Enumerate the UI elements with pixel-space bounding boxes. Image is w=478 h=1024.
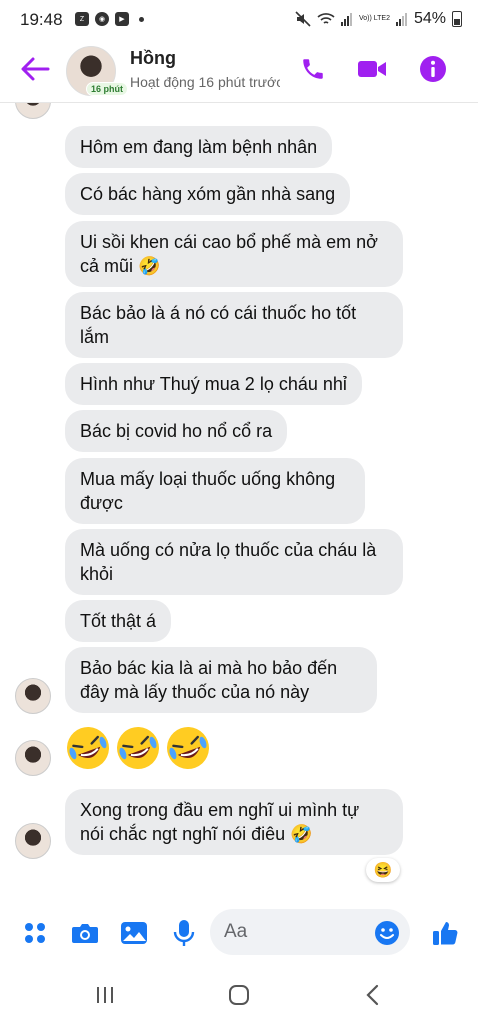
- message-bubble[interactable]: Hôm em đang làm bệnh nhân: [65, 126, 333, 168]
- home-icon[interactable]: [224, 980, 254, 1010]
- rofl-emoji-icon: [167, 727, 209, 769]
- rofl-emoji-icon: [67, 727, 109, 769]
- info-icon[interactable]: [418, 54, 448, 84]
- phone-icon[interactable]: [298, 54, 328, 84]
- status-bar: 19:48 Z ◉ ▶ Vo)) LTE2 54%: [0, 0, 478, 40]
- message-avatar[interactable]: [15, 823, 51, 859]
- message-list[interactable]: Hôm em đang làm bệnh nhân Có bác hàng xó…: [0, 103, 478, 898]
- message-bubble[interactable]: Tốt thật á: [65, 600, 172, 642]
- message-bubble[interactable]: Bác bảo là á nó có cái thuốc ho tốt lắm: [65, 292, 403, 358]
- chrome-icon: ◉: [95, 12, 109, 26]
- apps-icon[interactable]: [20, 918, 50, 948]
- thumbs-up-icon[interactable]: [430, 918, 460, 948]
- rofl-emoji-icon: [117, 727, 159, 769]
- emoji-icon[interactable]: [374, 920, 400, 952]
- zalo-icon: Z: [75, 12, 89, 26]
- camera-icon[interactable]: [70, 918, 100, 948]
- status-app-icons: Z ◉ ▶: [75, 12, 144, 26]
- reaction-badge[interactable]: 😆: [366, 858, 400, 882]
- composer: Aa: [0, 904, 478, 962]
- notification-dot-icon: [139, 16, 144, 22]
- back-icon[interactable]: [358, 980, 388, 1010]
- reaction-emoji: 😆: [373, 862, 393, 879]
- microphone-icon[interactable]: [169, 918, 199, 948]
- recent-apps-icon[interactable]: [90, 980, 120, 1010]
- contact-name[interactable]: Hồng: [130, 48, 176, 69]
- message-input[interactable]: Aa: [210, 909, 410, 955]
- mute-icon: [295, 11, 311, 27]
- status-right: Vo)) LTE2 54%: [295, 10, 462, 28]
- signal-2-icon: [395, 13, 407, 26]
- message-bubble[interactable]: Mua mấy loại thuốc uống không được: [65, 458, 365, 524]
- active-badge: 16 phút: [86, 82, 129, 96]
- message-bubble[interactable]: Mà uống có nửa lọ thuốc của cháu là khỏi: [65, 529, 403, 595]
- video-call-icon[interactable]: [357, 54, 387, 84]
- message-bubble[interactable]: Xong trong đầu em nghĩ ui mình tự nói ch…: [65, 789, 403, 855]
- battery-percent: 54%: [413, 10, 446, 27]
- message-bubble[interactable]: Hình như Thuý mua 2 lọ cháu nhỉ: [65, 363, 362, 405]
- message-bubble[interactable]: Bác bị covid ho nổ cổ ra: [65, 410, 288, 452]
- wifi-icon: [317, 13, 335, 24]
- gallery-icon[interactable]: [119, 918, 149, 948]
- back-arrow-icon[interactable]: [18, 54, 52, 84]
- status-time: 19:48: [20, 10, 63, 29]
- signal-icon: [340, 13, 352, 26]
- message-avatar[interactable]: [15, 740, 51, 776]
- message-bubble[interactable]: Có bác hàng xóm gần nhà sang: [65, 173, 351, 215]
- message-bubble[interactable]: Bảo bác kia là ai mà ho bảo đến đây mà l…: [65, 647, 377, 713]
- message-avatar[interactable]: [15, 103, 51, 119]
- chat-header: 16 phút Hồng Hoạt động 16 phút trước: [0, 40, 478, 103]
- contact-status: Hoạt động 16 phút trước: [130, 74, 280, 90]
- emoji-message[interactable]: 🤣🤣🤣: [65, 725, 211, 771]
- message-bubble[interactable]: Ui sồi khen cái cao bổ phế mà em nở cả m…: [65, 221, 403, 287]
- message-avatar[interactable]: [15, 678, 51, 714]
- contact-avatar[interactable]: 16 phút: [66, 46, 129, 98]
- system-nav-bar: [0, 962, 478, 1024]
- network-label: Vo)) LTE2: [358, 15, 390, 22]
- youtube-icon: ▶: [115, 12, 129, 26]
- message-input-placeholder: Aa: [224, 921, 248, 942]
- battery-icon: [452, 11, 462, 27]
